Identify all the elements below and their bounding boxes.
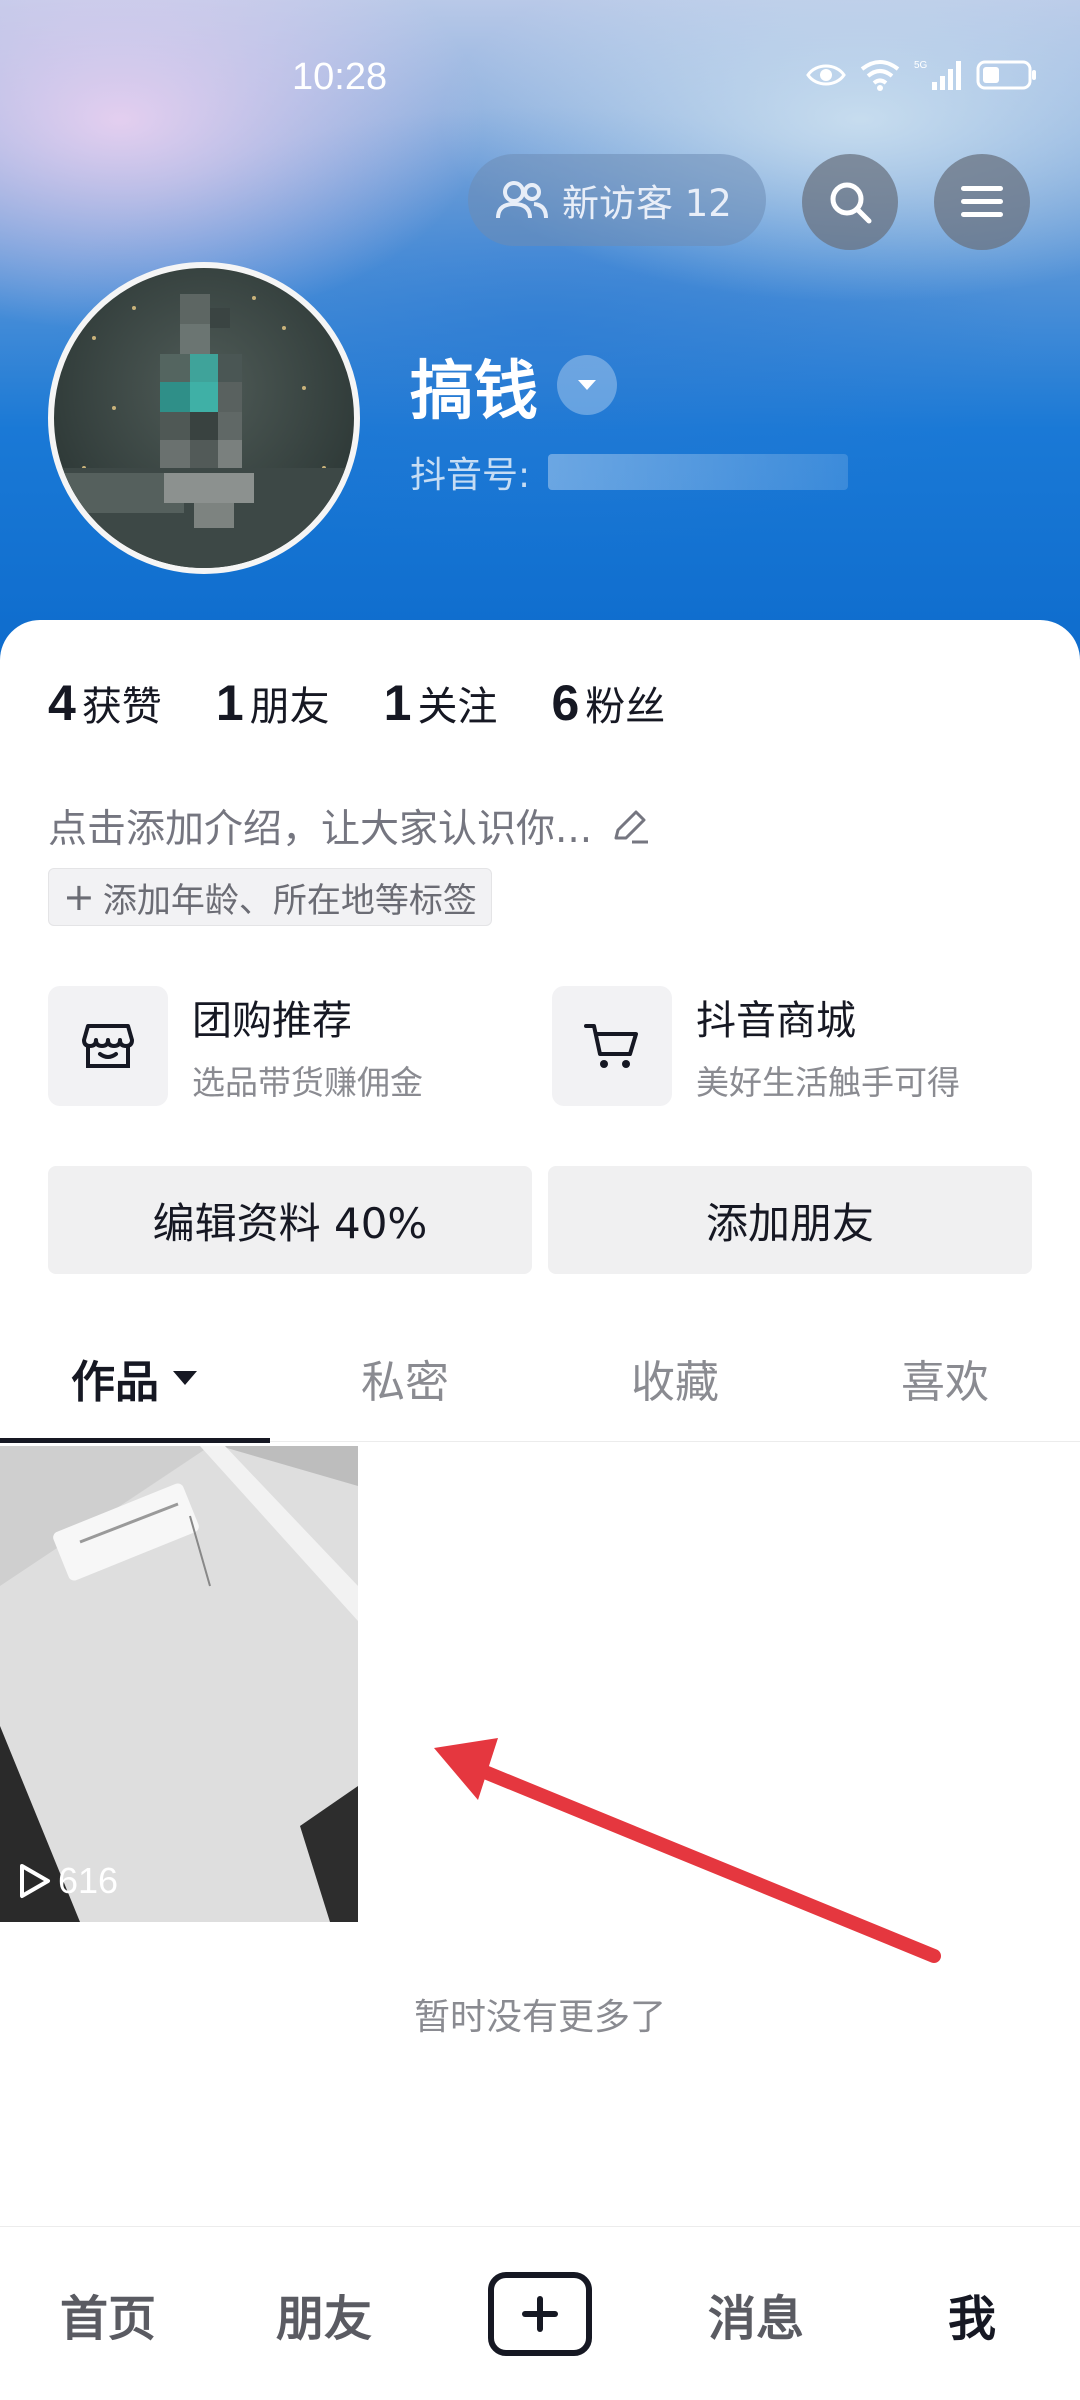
create-button-frame	[488, 2272, 592, 2356]
eye-icon	[806, 64, 846, 86]
douyin-id-value-redacted	[548, 454, 849, 490]
tab-favorites[interactable]: 收藏	[540, 1314, 810, 1442]
cart-icon	[584, 1024, 638, 1068]
douyin-mall-title: 抖音商城	[696, 998, 856, 1044]
avatar[interactable]	[48, 262, 360, 574]
cart-icon-box	[552, 986, 672, 1106]
nav-home[interactable]: 首页	[0, 2227, 216, 2400]
hamburger-menu-icon	[961, 186, 1003, 217]
douyin-mall-subtitle: 美好生活触手可得	[696, 1063, 960, 1102]
status-bar: 10:28 5G	[0, 0, 1080, 150]
nav-messages[interactable]: 消息	[648, 2227, 864, 2400]
new-visitors-label: 新访客 12	[562, 182, 732, 225]
bio-placeholder[interactable]: 点击添加介绍，让大家认识你...	[48, 798, 652, 854]
bottom-nav: 首页 朋友 消息 我	[0, 2226, 1080, 2400]
video-thumbnail-image	[0, 1446, 358, 1922]
add-tags-label: 添加年龄、所在地等标签	[102, 880, 477, 921]
account-switch-button[interactable]	[557, 355, 617, 415]
stat-label: 粉丝	[585, 684, 666, 730]
plus-icon	[522, 2296, 558, 2332]
visitors-icon	[496, 181, 548, 219]
add-tags-button[interactable]: + 添加年龄、所在地等标签	[48, 868, 492, 926]
caret-down-icon	[578, 380, 596, 390]
new-visitors-button[interactable]: 新访客 12	[468, 154, 766, 246]
bio-text: 点击添加介绍，让大家认识你...	[48, 807, 593, 852]
stat-followers[interactable]: 6 粉丝	[551, 674, 665, 732]
menu-button[interactable]	[934, 154, 1030, 250]
svg-text:5G: 5G	[914, 60, 928, 71]
caret-down-icon	[173, 1371, 197, 1385]
stat-likes[interactable]: 4 获赞	[48, 674, 162, 732]
douyin-id[interactable]: 抖音号:	[410, 446, 849, 498]
nav-me[interactable]: 我	[864, 2227, 1080, 2400]
group-buy-icon	[82, 1024, 134, 1068]
tab-likes[interactable]: 喜欢	[810, 1314, 1080, 1442]
stat-number: 1	[383, 675, 412, 731]
content-tabs: 作品 私密 收藏 喜欢	[0, 1314, 1080, 1443]
edit-profile-button[interactable]: 编辑资料 40%	[48, 1166, 532, 1274]
group-buy-entry[interactable]: 团购推荐 选品带货赚佣金	[48, 986, 423, 1106]
stat-label: 获赞	[81, 684, 162, 730]
tab-private[interactable]: 私密	[270, 1314, 540, 1442]
pencil-icon	[614, 810, 649, 844]
nav-friends[interactable]: 朋友	[216, 2227, 432, 2400]
search-icon	[830, 182, 872, 224]
tab-works[interactable]: 作品	[0, 1314, 270, 1443]
douyin-id-label: 抖音号:	[410, 455, 531, 496]
search-button[interactable]	[802, 154, 898, 250]
stat-number: 1	[215, 675, 244, 731]
status-icons: 5G	[806, 58, 1038, 92]
battery-icon	[976, 60, 1036, 90]
video-thumbnail[interactable]: 616	[0, 1446, 358, 1922]
group-buy-icon-box	[48, 986, 168, 1106]
status-time: 10:28	[292, 56, 388, 98]
stat-friends[interactable]: 1 朋友	[216, 674, 330, 732]
active-tab-indicator	[0, 1438, 270, 1443]
wifi-icon	[860, 60, 900, 91]
play-icon	[20, 1864, 50, 1898]
add-friend-button[interactable]: 添加朋友	[548, 1166, 1032, 1274]
stats-row: 4 获赞 1 朋友 1 关注 6 粉丝	[48, 674, 719, 732]
stat-label: 朋友	[249, 684, 330, 730]
douyin-mall-entry[interactable]: 抖音商城 美好生活触手可得	[552, 986, 960, 1106]
username[interactable]: 搞钱	[410, 340, 538, 432]
tab-works-label: 作品	[71, 1357, 159, 1408]
signal-5g-icon: 5G	[914, 60, 961, 90]
avatar-pixelated-image	[54, 294, 354, 568]
nav-create[interactable]	[432, 2227, 648, 2400]
stat-following[interactable]: 1 关注	[384, 674, 498, 732]
stat-number: 4	[48, 675, 76, 731]
play-count-value: 616	[58, 1860, 119, 1901]
stat-label: 关注	[417, 684, 498, 730]
group-buy-subtitle: 选品带货赚佣金	[192, 1063, 423, 1102]
play-count: 616	[18, 1860, 118, 1902]
plus-icon: +	[63, 875, 95, 919]
stat-number: 6	[551, 675, 580, 731]
group-buy-title: 团购推荐	[192, 998, 352, 1044]
end-of-list-text: 暂时没有更多了	[413, 1997, 666, 2038]
